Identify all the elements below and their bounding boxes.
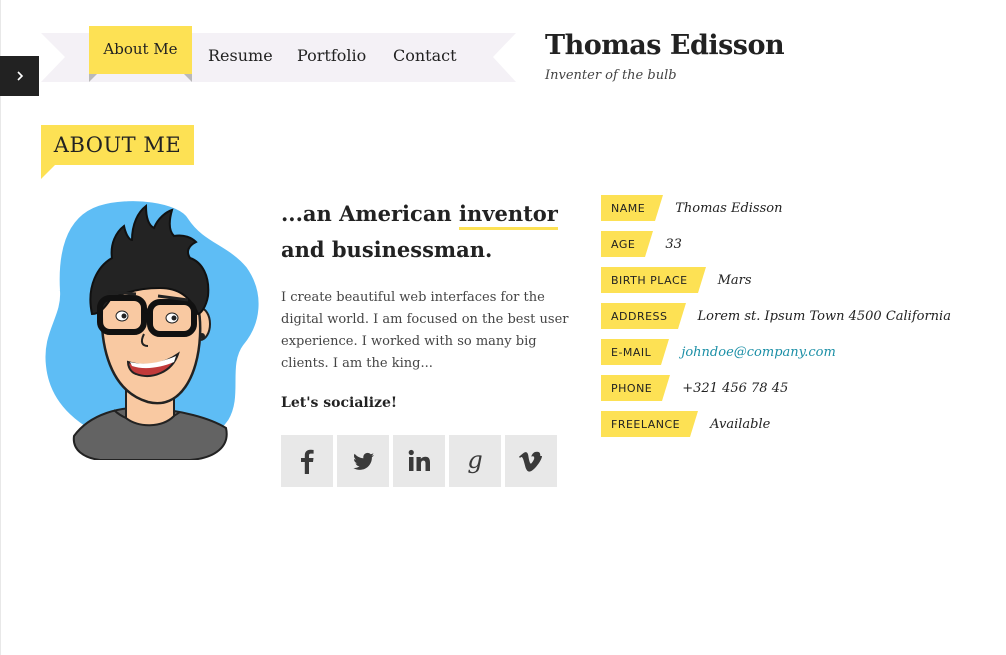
nav-item-portfolio[interactable]: Portfolio bbox=[297, 46, 366, 66]
vimeo-button[interactable] bbox=[505, 435, 557, 487]
info-value: Mars bbox=[717, 272, 752, 288]
social-links: g bbox=[281, 435, 557, 487]
info-row-name: NAME Thomas Edisson bbox=[601, 195, 782, 221]
chevron-right-icon bbox=[16, 71, 23, 81]
section-heading-fold bbox=[41, 165, 55, 179]
info-value: Lorem st. Ipsum Town 4500 California bbox=[697, 308, 951, 324]
info-label: E-MAIL bbox=[601, 339, 670, 365]
info-row-phone: PHONE +321 456 78 45 bbox=[601, 375, 788, 401]
nav-item-contact[interactable]: Contact bbox=[393, 46, 457, 66]
info-value: Thomas Edisson bbox=[675, 200, 783, 216]
brand-tagline: Inventer of the bulb bbox=[545, 68, 677, 83]
nav-item-about-me[interactable]: About Me bbox=[89, 26, 192, 74]
info-label: AGE bbox=[601, 231, 654, 257]
facebook-button[interactable] bbox=[281, 435, 333, 487]
info-row-birth-place: BIRTH PLACE Mars bbox=[601, 267, 752, 293]
headline-suffix: and businessman. bbox=[281, 237, 493, 262]
svg-text:g: g bbox=[467, 446, 482, 474]
intro-headline: ...an American inventor and businessman. bbox=[281, 196, 581, 268]
email-link[interactable]: johndoe@company.com bbox=[681, 345, 836, 360]
nav-active-fold-left bbox=[89, 74, 97, 82]
social-title: Let's socialize! bbox=[281, 395, 398, 411]
info-row-address: ADDRESS Lorem st. Ipsum Town 4500 Califo… bbox=[601, 303, 951, 329]
nav-item-resume[interactable]: Resume bbox=[208, 46, 273, 66]
linkedin-icon bbox=[408, 449, 430, 471]
avatar bbox=[41, 197, 262, 460]
section-title: ABOUT ME bbox=[53, 133, 182, 157]
twitter-icon bbox=[353, 452, 374, 470]
section-heading: ABOUT ME bbox=[41, 125, 194, 165]
headline-prefix: ...an American bbox=[281, 201, 460, 226]
info-label: ADDRESS bbox=[601, 303, 686, 329]
headline-highlight: inventor bbox=[459, 201, 558, 230]
linkedin-button[interactable] bbox=[393, 435, 445, 487]
nav-active-fold-right bbox=[184, 74, 192, 82]
info-label: FREELANCE bbox=[601, 411, 699, 437]
side-menu-toggle-button[interactable] bbox=[0, 56, 39, 96]
vimeo-icon bbox=[519, 451, 542, 472]
info-label: NAME bbox=[601, 195, 664, 221]
google-icon: g bbox=[467, 446, 482, 474]
info-value: 33 bbox=[665, 236, 682, 252]
google-button[interactable]: g bbox=[449, 435, 501, 487]
main-nav: About Me Resume Portfolio Contact bbox=[41, 26, 516, 82]
intro-bio: I create beautiful web interfaces for th… bbox=[281, 290, 569, 371]
info-label: PHONE bbox=[601, 375, 671, 401]
info-row-email: E-MAIL johndoe@company.com bbox=[601, 339, 836, 365]
brand-name: Thomas Edisson bbox=[545, 30, 785, 61]
info-value: +321 456 78 45 bbox=[682, 380, 789, 396]
left-edge-line bbox=[0, 0, 1, 655]
nav-item-label: About Me bbox=[103, 40, 178, 58]
info-row-age: AGE 33 bbox=[601, 231, 682, 257]
info-row-freelance: FREELANCE Available bbox=[601, 411, 770, 437]
twitter-button[interactable] bbox=[337, 435, 389, 487]
info-label: BIRTH PLACE bbox=[601, 267, 706, 293]
facebook-icon bbox=[301, 449, 314, 474]
info-value: Available bbox=[710, 416, 771, 432]
